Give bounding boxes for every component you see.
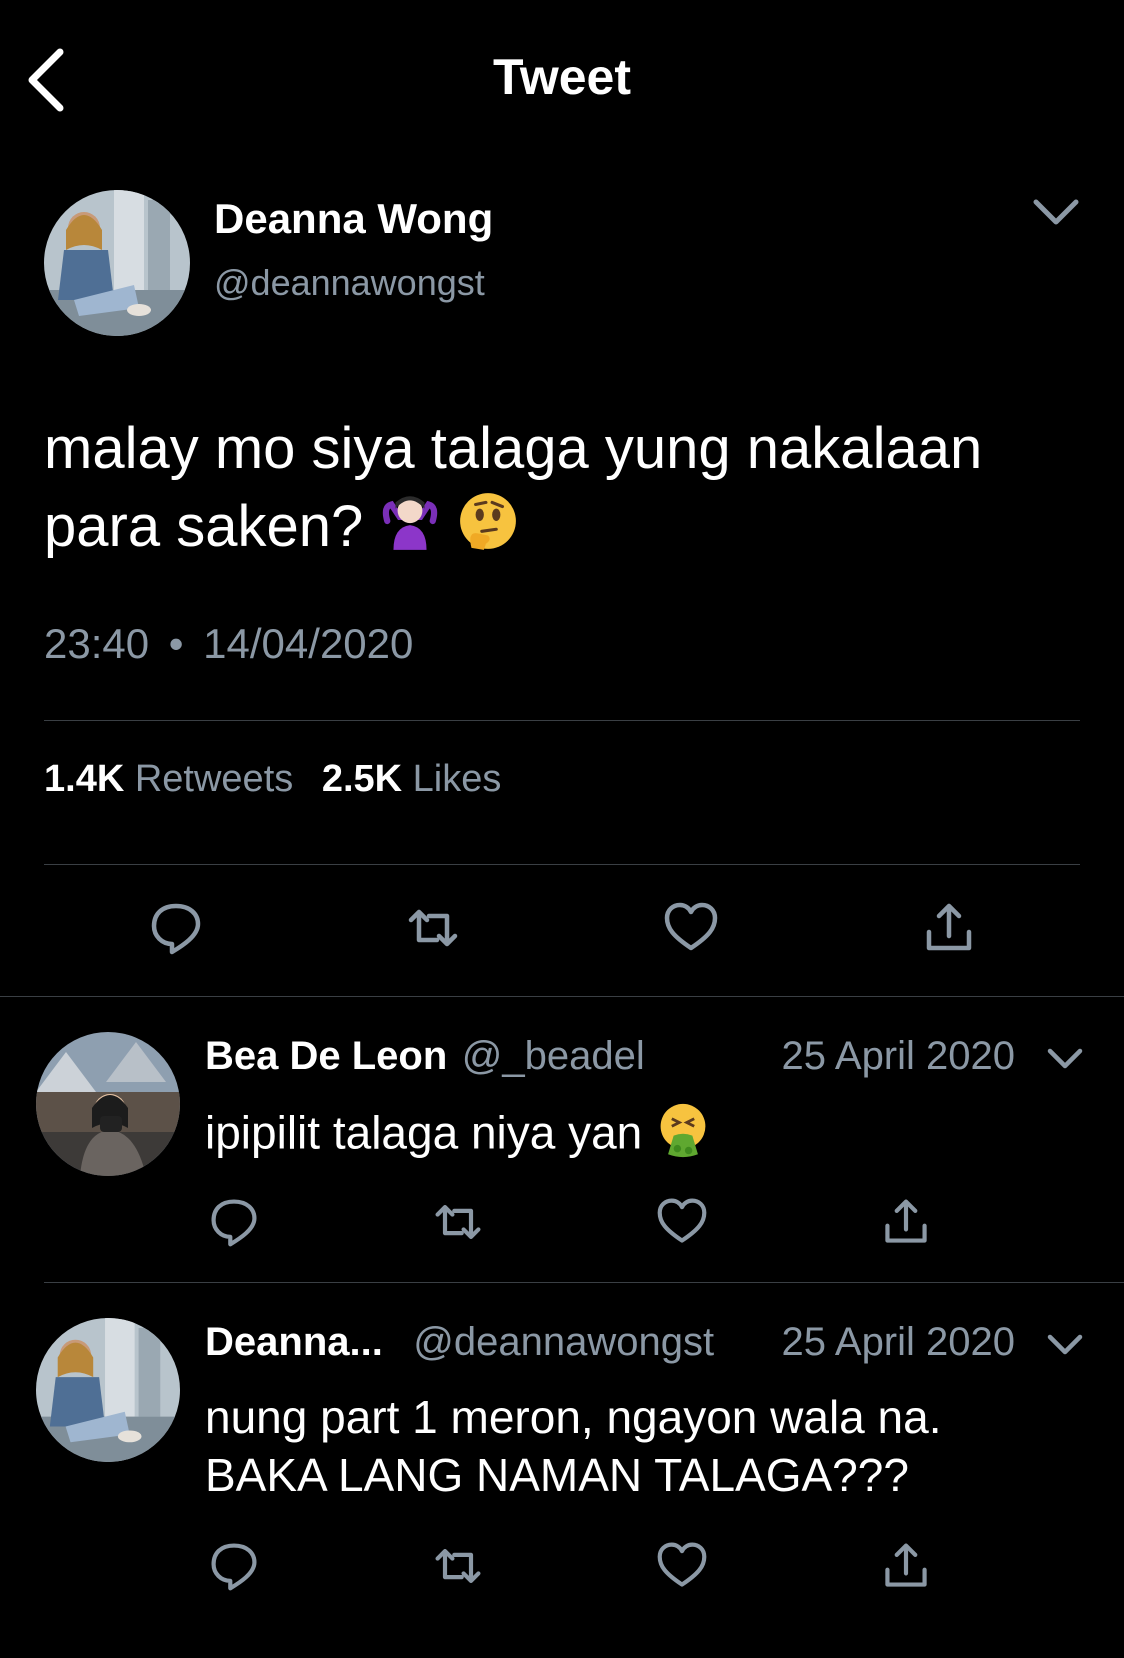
- tweet-date: 14/04/2020: [203, 620, 414, 667]
- reply-menu-button[interactable]: [1045, 1332, 1085, 1363]
- reply-text-line-2: BAKA LANG NAMAN TALAGA???: [205, 1449, 909, 1501]
- reply-button[interactable]: [148, 900, 204, 956]
- like-button[interactable]: [656, 1196, 708, 1248]
- retweet-icon: [408, 909, 458, 947]
- reply-icon: [151, 903, 201, 955]
- avatar[interactable]: [36, 1318, 180, 1462]
- reply-header: Deanna... @deannawongst 25 April 2020: [205, 1320, 1085, 1372]
- like-icon: [657, 1198, 707, 1243]
- avatar-image: [44, 190, 190, 336]
- retweet-icon: [435, 1205, 481, 1239]
- like-icon: [657, 1542, 707, 1587]
- share-button[interactable]: [880, 1196, 932, 1248]
- chevron-down-icon: [1033, 199, 1079, 225]
- tweet-stats: 1.4K Retweets 2.5K Likes: [44, 758, 501, 801]
- retweets-stat[interactable]: 1.4K Retweets: [44, 758, 304, 800]
- reply-author-handle[interactable]: @_beadel: [462, 1034, 645, 1078]
- share-icon: [926, 903, 972, 951]
- tweet-menu-button[interactable]: [1030, 196, 1082, 228]
- face-vomiting-emoji: [655, 1102, 711, 1171]
- author-handle[interactable]: @deannawongst: [214, 262, 485, 304]
- reply-menu-button[interactable]: [1045, 1046, 1085, 1077]
- reply-button[interactable]: [208, 1540, 260, 1592]
- retweets-count: 1.4K: [44, 758, 125, 800]
- avatar[interactable]: [36, 1032, 180, 1176]
- reply-text-line-1: nung part 1 meron, ngayon wala na.: [205, 1391, 942, 1443]
- share-icon: [885, 1199, 927, 1243]
- divider: [44, 864, 1080, 865]
- likes-stat[interactable]: 2.5K Likes: [322, 758, 502, 800]
- like-button[interactable]: [656, 1540, 708, 1592]
- retweets-label: Retweets: [134, 758, 294, 800]
- retweet-icon: [435, 1549, 481, 1583]
- reply-date: 25 April 2020: [781, 1320, 1015, 1364]
- like-button[interactable]: [663, 900, 719, 956]
- timestamp-separator: •: [168, 620, 184, 667]
- divider: [44, 1282, 1124, 1283]
- tweet-time: 23:40: [44, 620, 150, 667]
- reply-author-name[interactable]: Deanna...: [205, 1320, 383, 1364]
- divider: [44, 720, 1080, 721]
- reply-date: 25 April 2020: [781, 1034, 1015, 1078]
- chevron-down-icon: [1047, 1334, 1083, 1355]
- divider: [0, 996, 1124, 997]
- share-button[interactable]: [880, 1540, 932, 1592]
- tweet-text-line-1: malay mo siya talaga yung nakalaan: [44, 416, 983, 481]
- reply-header: Bea De Leon @_beadel 25 April 2020: [205, 1034, 1085, 1086]
- chevron-down-icon: [1047, 1048, 1083, 1069]
- reply-button[interactable]: [208, 1196, 260, 1248]
- tweet-text-line-2-text: para saken?: [44, 494, 364, 559]
- avatar-image: [36, 1318, 180, 1462]
- likes-count: 2.5K: [321, 758, 403, 800]
- reply-text: ipipilit talaga niya yan: [205, 1102, 711, 1171]
- like-icon: [664, 902, 718, 951]
- retweet-button[interactable]: [405, 900, 461, 956]
- reply-text: nung part 1 meron, ngayon wala na. BAKA …: [205, 1388, 942, 1504]
- reply-icon: [211, 1199, 257, 1247]
- share-icon: [885, 1543, 927, 1587]
- avatar[interactable]: [44, 190, 190, 336]
- retweet-button[interactable]: [432, 1540, 484, 1592]
- reply-icon: [211, 1543, 257, 1591]
- reply-author-name[interactable]: Bea De Leon: [205, 1034, 447, 1078]
- thinking-face-emoji: [457, 490, 519, 572]
- likes-label: Likes: [412, 758, 502, 800]
- page-title: Tweet: [493, 49, 631, 105]
- reply-text-line-1: ipipilit talaga niya yan: [205, 1106, 643, 1159]
- avatar-image: [36, 1032, 180, 1176]
- retweet-button[interactable]: [432, 1196, 484, 1248]
- tweet-text-line-2: para saken?: [44, 488, 1094, 572]
- tweet-timestamp: 23:40 • 14/04/2020: [44, 620, 413, 668]
- reply-author-handle[interactable]: @deannawongst: [413, 1320, 714, 1364]
- person-shrugging-emoji: [379, 490, 441, 572]
- tweet-text: malay mo siya talaga yung nakalaan para …: [44, 410, 1094, 572]
- author-name[interactable]: Deanna Wong: [214, 195, 493, 243]
- share-button[interactable]: [921, 900, 977, 956]
